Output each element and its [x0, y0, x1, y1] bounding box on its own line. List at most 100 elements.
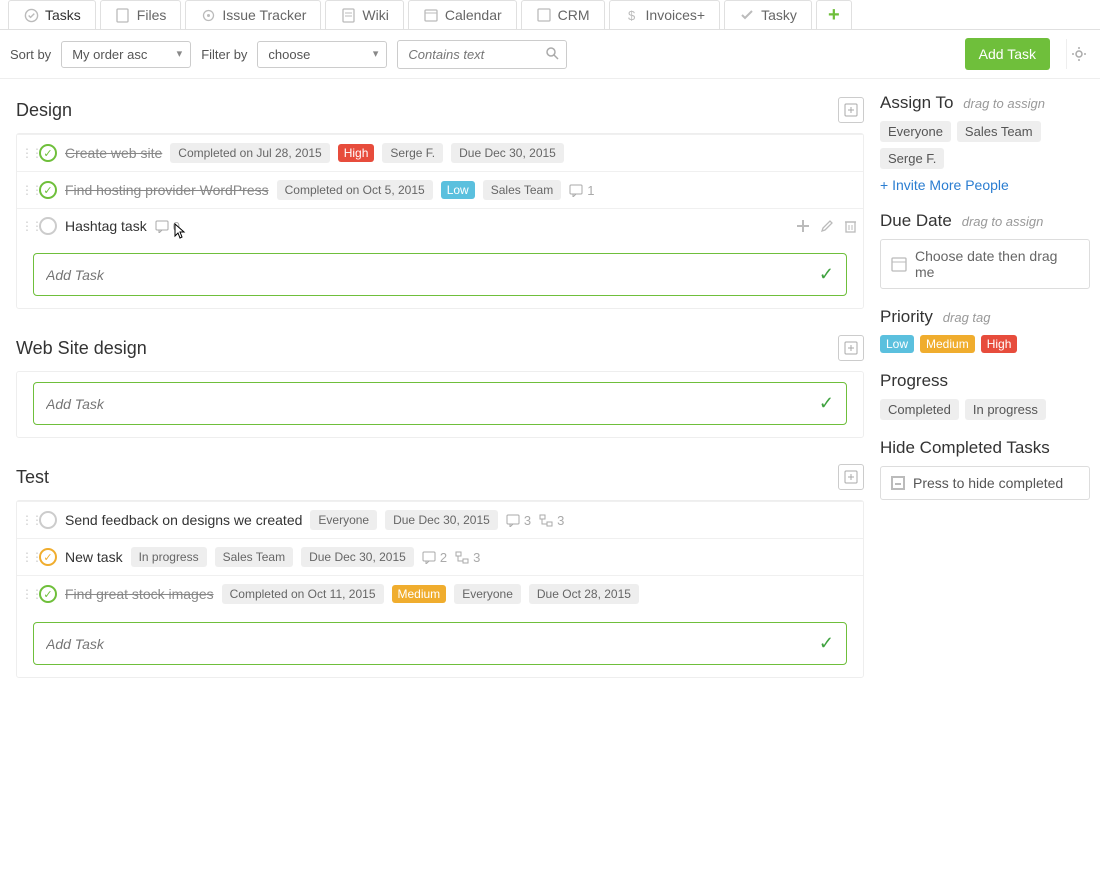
edit-icon[interactable]: [820, 219, 834, 233]
tab-issues[interactable]: Issue Tracker: [185, 0, 321, 29]
hide-completed-button[interactable]: Press to hide completed: [880, 466, 1090, 500]
group-title: Test: [16, 467, 49, 488]
tab-tasky[interactable]: Tasky: [724, 0, 812, 29]
priority-badge: Medium: [392, 585, 447, 603]
group-title: Design: [16, 100, 72, 121]
drag-handle-icon[interactable]: ⋮⋮: [21, 587, 31, 601]
assign-tag[interactable]: Serge F.: [880, 148, 944, 169]
group-add-button[interactable]: [838, 335, 864, 361]
assignee-chip: Everyone: [454, 584, 521, 604]
due-chip: Due Dec 30, 2015: [385, 510, 498, 530]
priority-high-tag[interactable]: High: [981, 335, 1018, 353]
task-checkbox[interactable]: [39, 585, 57, 603]
task-row[interactable]: ⋮⋮Hashtag task0: [17, 208, 863, 243]
task-row[interactable]: ⋮⋮Find hosting provider WordPressComplet…: [17, 171, 863, 208]
drag-handle-icon[interactable]: ⋮⋮: [21, 183, 31, 197]
due-date-drag-box[interactable]: Choose date then drag me: [880, 239, 1090, 289]
filter-select[interactable]: choose: [257, 41, 387, 68]
drag-handle-icon[interactable]: ⋮⋮: [21, 550, 31, 564]
task-checkbox[interactable]: [39, 548, 57, 566]
sort-select[interactable]: My order asc: [61, 41, 191, 68]
task-group: Test ⋮⋮ Send feedback on designs we create…: [16, 460, 864, 678]
add-tab-button[interactable]: +: [816, 0, 852, 29]
task-row[interactable]: ⋮⋮Create web siteCompleted on Jul 28, 20…: [17, 134, 863, 171]
delete-icon[interactable]: [844, 219, 857, 233]
due-date-box-text: Choose date then drag me: [915, 248, 1079, 280]
task-group: Web Site design✓: [16, 331, 864, 438]
add-task-input[interactable]: [46, 396, 819, 412]
group-add-button[interactable]: [838, 97, 864, 123]
progress-tag[interactable]: In progress: [965, 399, 1046, 420]
drag-handle-icon[interactable]: ⋮⋮: [21, 513, 31, 527]
tab-invoices[interactable]: $ Invoices+: [609, 0, 721, 29]
add-task-button[interactable]: Add Task: [965, 38, 1050, 70]
status-chip: Completed on Oct 11, 2015: [222, 584, 384, 604]
search-box: [397, 40, 567, 69]
comments-count[interactable]: 0: [155, 219, 180, 234]
assignee-chip: Serge F.: [382, 143, 443, 163]
due-chip: Due Dec 30, 2015: [451, 143, 564, 163]
task-checkbox[interactable]: [39, 511, 57, 529]
confirm-add-icon[interactable]: ✓: [819, 264, 834, 285]
due-chip: Due Dec 30, 2015: [301, 547, 414, 567]
check-circle-icon: [23, 7, 39, 23]
tab-files[interactable]: Files: [100, 0, 182, 29]
tab-wiki[interactable]: Wiki: [325, 0, 403, 29]
task-checkbox[interactable]: [39, 144, 57, 162]
drag-handle-icon[interactable]: ⋮⋮: [21, 146, 31, 160]
due-date-hint: drag to assign: [962, 214, 1044, 229]
add-task-inline[interactable]: ✓: [33, 253, 847, 296]
add-task-inline[interactable]: ✓: [33, 622, 847, 665]
tab-calendar[interactable]: Calendar: [408, 0, 517, 29]
priority-title: Priority: [880, 307, 933, 326]
add-subtask-icon[interactable]: [796, 219, 810, 233]
invite-people-link[interactable]: + Invite More People: [880, 177, 1009, 193]
task-title: Send feedback on designs we created: [65, 512, 302, 528]
comments-count[interactable]: 3: [506, 513, 531, 528]
calendar-icon: [891, 256, 907, 272]
progress-section: Progress CompletedIn progress: [880, 371, 1090, 420]
tab-label: Issue Tracker: [222, 7, 306, 23]
tab-label: Calendar: [445, 7, 502, 23]
minus-square-icon: [891, 476, 905, 490]
subtasks-count[interactable]: 3: [539, 513, 564, 528]
drag-handle-icon[interactable]: ⋮⋮: [21, 219, 31, 233]
task-row[interactable]: ⋮⋮ Find great stock images Completed on Oc…: [17, 575, 863, 612]
search-input[interactable]: [397, 40, 567, 69]
assign-tag[interactable]: Everyone: [880, 121, 951, 142]
task-row[interactable]: ⋮⋮New taskIn progressSales TeamDue Dec 3…: [17, 538, 863, 575]
comments-count[interactable]: 1: [569, 183, 594, 198]
add-task-input[interactable]: [46, 267, 819, 283]
subtasks-count[interactable]: 3: [455, 550, 480, 565]
assign-tag[interactable]: Sales Team: [957, 121, 1041, 142]
dollar-icon: $: [624, 7, 640, 23]
file-icon: [115, 7, 131, 23]
group-add-button[interactable]: [838, 464, 864, 490]
contacts-icon: [536, 7, 552, 23]
hide-completed-text: Press to hide completed: [913, 475, 1063, 491]
add-task-input[interactable]: [46, 636, 819, 652]
tab-tasks[interactable]: Tasks: [8, 0, 96, 29]
task-title: Find great stock images: [65, 586, 214, 602]
confirm-add-icon[interactable]: ✓: [819, 393, 834, 414]
hide-completed-section: Hide Completed Tasks Press to hide compl…: [880, 438, 1090, 500]
add-task-inline[interactable]: ✓: [33, 382, 847, 425]
task-title: Find hosting provider WordPress: [65, 182, 269, 198]
settings-gear-icon[interactable]: [1066, 39, 1090, 69]
task-checkbox[interactable]: [39, 181, 57, 199]
task-checkbox[interactable]: [39, 217, 57, 235]
confirm-add-icon[interactable]: ✓: [819, 633, 834, 654]
tab-crm[interactable]: CRM: [521, 0, 605, 29]
doc-icon: [340, 7, 356, 23]
comments-count[interactable]: 2: [422, 550, 447, 565]
target-icon: [200, 7, 216, 23]
tab-label: Tasky: [761, 7, 797, 23]
priority-low-tag[interactable]: Low: [880, 335, 914, 353]
main-content: Design ⋮⋮Create web siteCompleted on Jul …: [0, 79, 880, 714]
task-row[interactable]: ⋮⋮Send feedback on designs we createdEve…: [17, 501, 863, 538]
progress-tag[interactable]: Completed: [880, 399, 959, 420]
priority-medium-tag[interactable]: Medium: [920, 335, 975, 353]
task-title: New task: [65, 549, 123, 565]
status-chip: In progress: [131, 547, 207, 567]
priority-section: Priority drag tag Low Medium High: [880, 307, 1090, 353]
